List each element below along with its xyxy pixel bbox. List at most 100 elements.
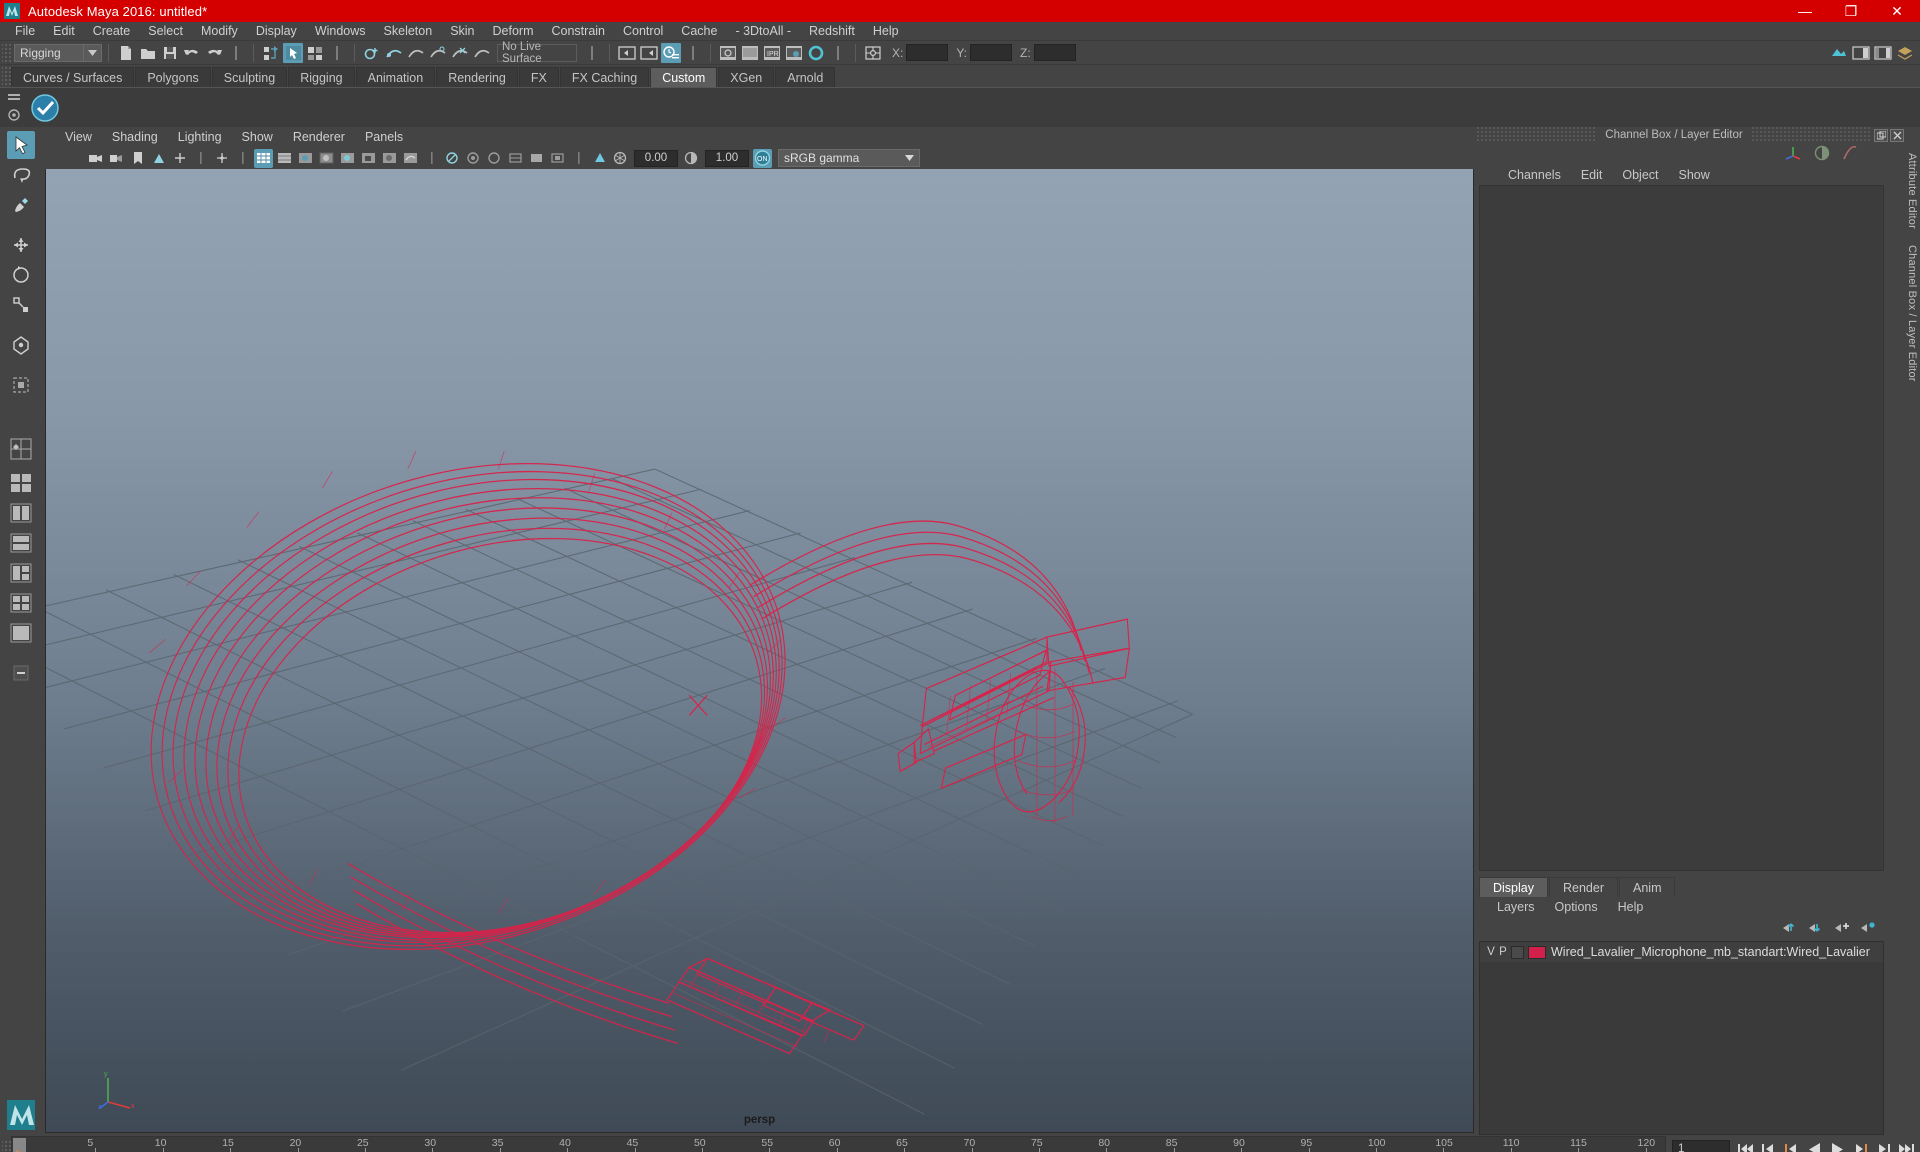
new-layer-icon[interactable]	[1834, 921, 1850, 937]
view-persp-outliner[interactable]	[7, 619, 35, 647]
snap-to-view-plane-icon[interactable]	[450, 43, 470, 63]
channel-box-content[interactable]	[1479, 185, 1884, 871]
menu-windows[interactable]: Windows	[306, 22, 375, 41]
ipr-render-label-icon[interactable]: IPR	[762, 43, 782, 63]
layer-list[interactable]: V P Wired_Lavalier_Microphone_mb_standar…	[1479, 941, 1884, 1135]
menu-edit[interactable]: Edit	[44, 22, 84, 41]
viewport-menu-shading[interactable]: Shading	[102, 127, 168, 147]
color-transform-selector[interactable]: sRGB gamma	[778, 149, 920, 167]
view-single-pane[interactable]	[7, 469, 35, 497]
shelf-tab-arnold[interactable]: Arnold	[775, 67, 836, 87]
menu-skin[interactable]: Skin	[441, 22, 483, 41]
menu-modify[interactable]: Modify	[192, 22, 247, 41]
xray-joints-icon[interactable]	[527, 149, 546, 168]
shelf-tab-curves-surfaces[interactable]: Curves / Surfaces	[11, 67, 135, 87]
live-surface-field[interactable]: No Live Surface	[497, 41, 577, 65]
go-to-end-button[interactable]	[1897, 1139, 1916, 1152]
viewport-menu-renderer[interactable]: Renderer	[283, 127, 355, 147]
menu-redshift[interactable]: Redshift	[800, 22, 864, 41]
play-forwards-button[interactable]	[1828, 1139, 1847, 1152]
viewport-menu-lighting[interactable]: Lighting	[168, 127, 232, 147]
view-transform-toggle-icon[interactable]	[590, 149, 609, 168]
render-current-frame-icon[interactable]	[718, 43, 738, 63]
tool-universal-manipulator[interactable]	[7, 331, 35, 359]
tool-lasso-select[interactable]	[7, 161, 35, 189]
show-layer-editor-icon[interactable]	[1895, 43, 1915, 63]
menu-create[interactable]: Create	[84, 22, 140, 41]
menu-cache[interactable]: Cache	[672, 22, 726, 41]
time-slider-track[interactable]: 1 51015202530354045505560657075808590951…	[11, 1136, 1666, 1152]
manipulator-icon[interactable]	[1785, 144, 1802, 164]
menu-deform[interactable]: Deform	[484, 22, 543, 41]
sidetab-attribute-editor[interactable]: Attribute Editor	[1906, 145, 1918, 237]
color-management-toggle-icon[interactable]: ON	[753, 148, 772, 168]
layer-row[interactable]: V P Wired_Lavalier_Microphone_mb_standar…	[1480, 942, 1883, 962]
go-to-start-button[interactable]	[1736, 1139, 1755, 1152]
layer-menu-options[interactable]: Options	[1545, 897, 1608, 917]
render-settings-icon[interactable]	[784, 43, 804, 63]
anim-curve-icon[interactable]	[1842, 145, 1858, 164]
new-layer-from-selected-icon[interactable]	[1860, 921, 1876, 937]
depth-of-field-icon[interactable]	[464, 149, 483, 168]
coord-y-field[interactable]	[970, 44, 1013, 61]
viewport-3d[interactable]: y x z persp	[45, 169, 1474, 1133]
motion-blur-icon[interactable]	[401, 149, 420, 168]
tool-scale[interactable]	[7, 291, 35, 319]
image-plane-icon[interactable]	[149, 149, 168, 168]
layer-tab-anim[interactable]: Anim	[1619, 877, 1676, 897]
snap-to-projected-center-icon[interactable]	[428, 43, 448, 63]
select-object-icon[interactable]	[283, 42, 303, 63]
new-scene-icon[interactable]	[116, 43, 136, 63]
layer-menu-help[interactable]: Help	[1608, 897, 1654, 917]
channelbox-menu-object[interactable]: Object	[1612, 165, 1668, 185]
show-attribute-panel-icon[interactable]	[1851, 43, 1871, 63]
shadows-icon[interactable]	[359, 149, 378, 168]
layer-visibility-toggle[interactable]: V	[1485, 946, 1497, 958]
shaded-wireframe-icon[interactable]	[296, 149, 315, 168]
two-d-pan-zoom-icon[interactable]	[170, 149, 189, 168]
layer-tab-display[interactable]: Display	[1479, 877, 1548, 897]
toolbar-grip[interactable]	[2, 41, 11, 64]
menu-skeleton[interactable]: Skeleton	[375, 22, 442, 41]
show-modeling-toolkit-icon[interactable]	[1829, 43, 1849, 63]
gamma-field[interactable]: 1.00	[705, 149, 749, 167]
layer-menu-layers[interactable]: Layers	[1487, 897, 1545, 917]
shelf-tab-fx[interactable]: FX	[518, 67, 559, 87]
tool-move[interactable]	[7, 231, 35, 259]
maximize-button[interactable]: ❐	[1828, 0, 1874, 22]
make-live-icon[interactable]	[472, 43, 492, 63]
menu-file[interactable]: File	[6, 22, 44, 41]
viewport-menu-panels[interactable]: Panels	[355, 127, 413, 147]
show-hypergraph-icon[interactable]	[639, 43, 659, 63]
shelf-button-checkmark[interactable]	[30, 93, 60, 123]
select-camera-icon[interactable]	[86, 149, 105, 168]
snap-to-grid-icon[interactable]	[362, 43, 382, 63]
panel-undock-button[interactable]	[1874, 128, 1889, 142]
viewport-menu-show[interactable]: Show	[232, 127, 283, 147]
menu-help[interactable]: Help	[864, 22, 908, 41]
channelbox-menu-channels[interactable]: Channels	[1498, 165, 1571, 185]
shelf-menu-icon[interactable]	[8, 90, 20, 105]
menu-3dtoall[interactable]: - 3DtoAll -	[726, 22, 800, 41]
shelf-tab-rigging[interactable]: Rigging	[288, 67, 355, 87]
shelf-tab-polygons[interactable]: Polygons	[135, 67, 211, 87]
xray-active-components-icon[interactable]	[548, 149, 567, 168]
step-forward-key-button[interactable]	[1874, 1139, 1893, 1152]
save-scene-icon[interactable]	[160, 43, 180, 63]
close-button[interactable]: ✕	[1874, 0, 1920, 22]
step-back-frame-button[interactable]	[1782, 1139, 1801, 1152]
select-component-icon[interactable]	[305, 43, 325, 63]
shelf-grip[interactable]	[2, 65, 11, 87]
show-channel-box-icon[interactable]	[1873, 43, 1893, 63]
tool-paint-select[interactable]	[7, 191, 35, 219]
xray-icon[interactable]	[506, 149, 525, 168]
select-hierarchy-icon[interactable]	[261, 43, 281, 63]
snap-to-curve-icon[interactable]	[384, 43, 404, 63]
toolbox-collapse-button[interactable]	[7, 659, 35, 687]
shelf-tab-rendering[interactable]: Rendering	[436, 67, 518, 87]
move-layer-down-icon[interactable]	[1808, 921, 1824, 937]
smooth-shade-icon[interactable]	[275, 149, 294, 168]
channelbox-menu-edit[interactable]: Edit	[1571, 165, 1613, 185]
shelf-tab-animation[interactable]: Animation	[355, 67, 436, 87]
panel-close-button[interactable]	[1890, 128, 1905, 142]
